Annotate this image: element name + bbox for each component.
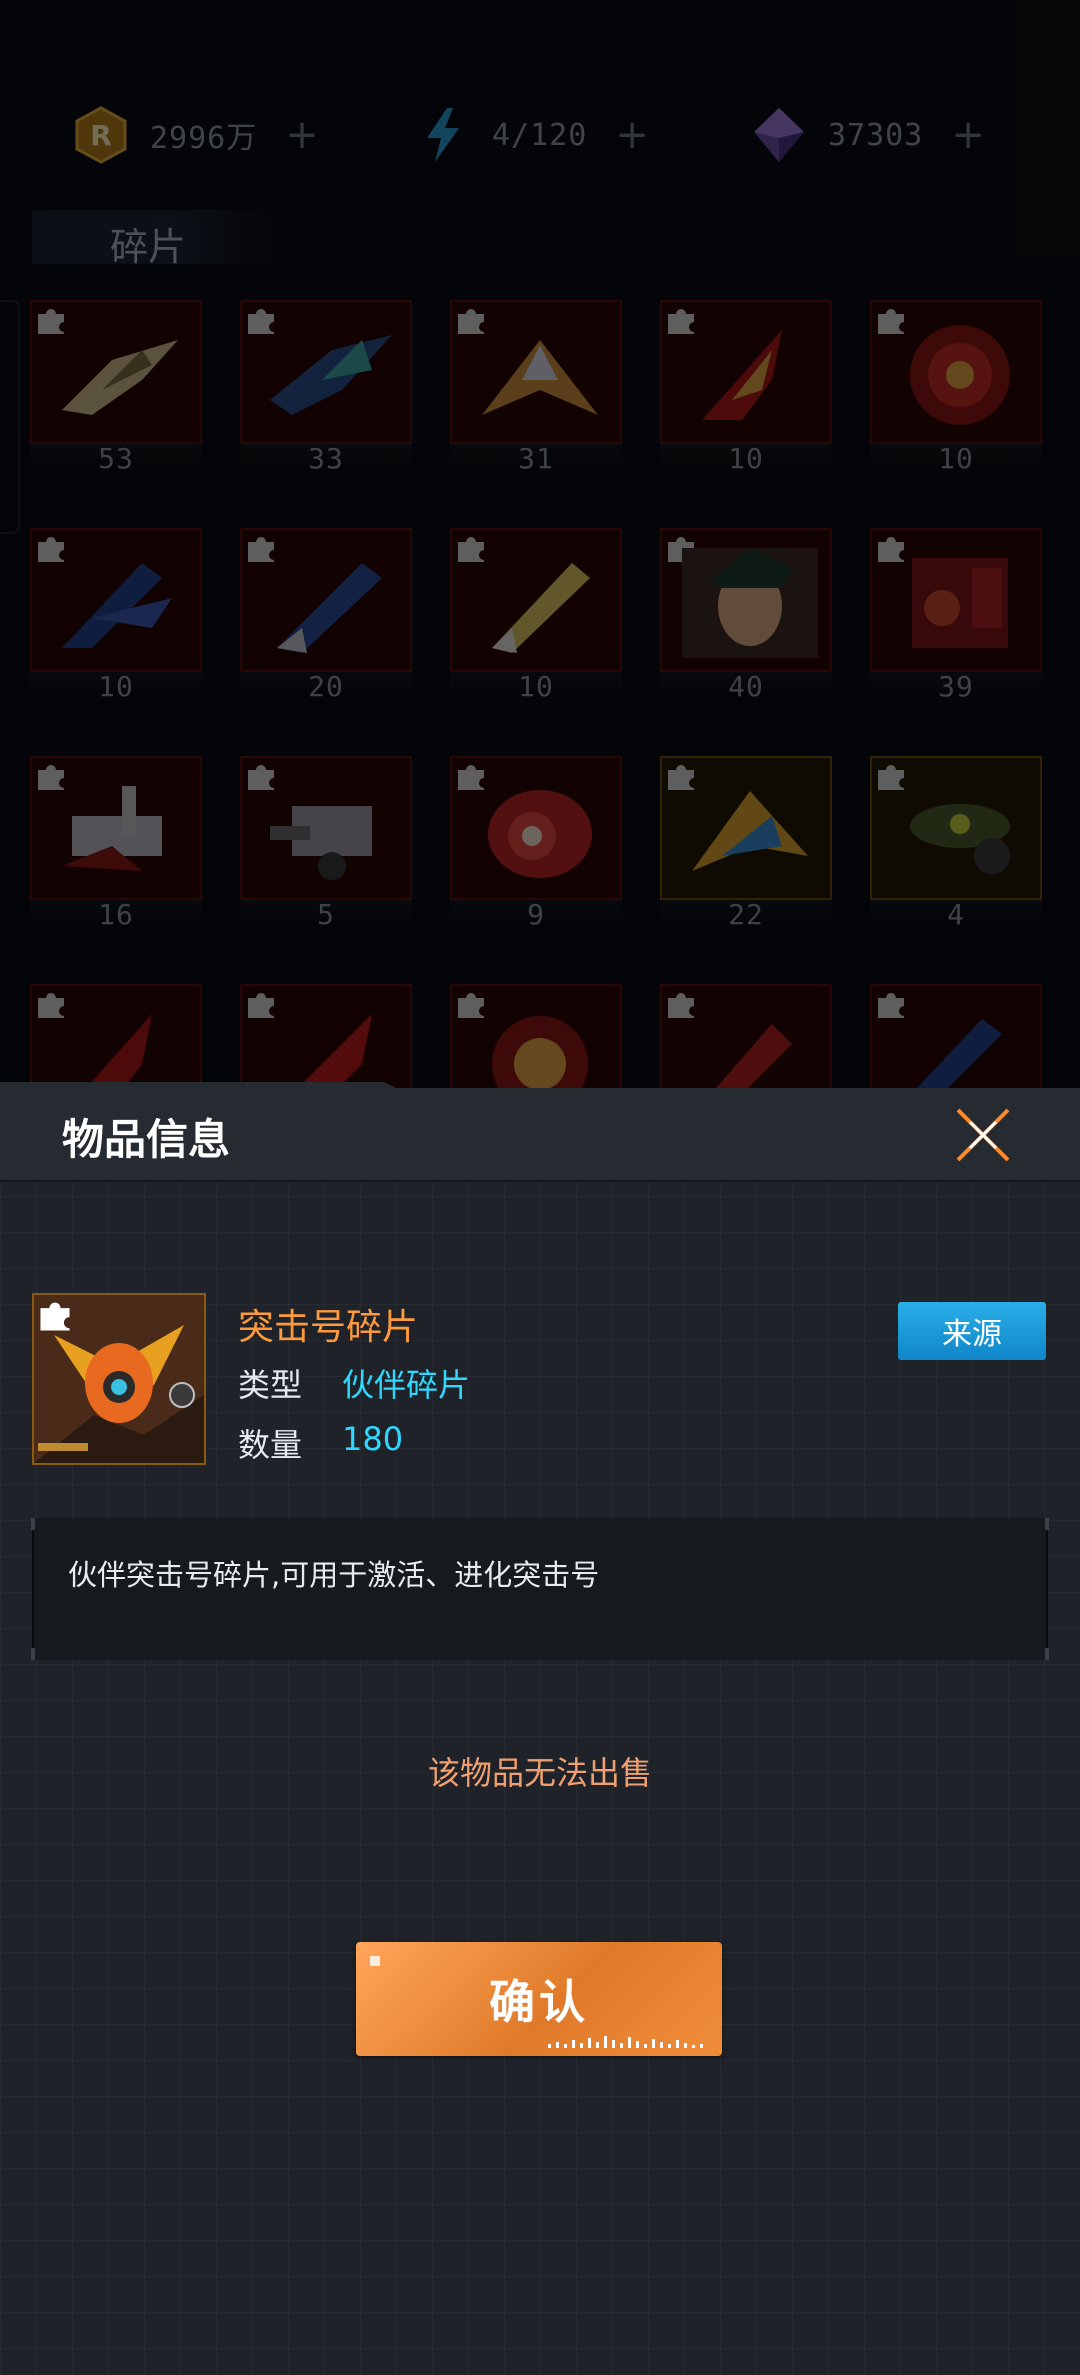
fragment-slot[interactable]	[660, 528, 832, 672]
fragments-section-tab[interactable]: 碎片	[32, 210, 272, 269]
type-label: 类型	[238, 1366, 303, 1404]
modal-header: 物品信息	[0, 1082, 1080, 1182]
fragment-count: 10	[938, 442, 974, 475]
section-title: 碎片	[110, 225, 187, 269]
turret-icon	[62, 786, 162, 871]
fragment-slot[interactable]	[30, 528, 202, 672]
gold-coin-icon: R	[72, 106, 130, 164]
confirm-button[interactable]: 确认	[356, 1942, 722, 2056]
diamond-amount: 37303	[828, 117, 924, 153]
fragment-slot[interactable]	[870, 756, 1042, 900]
round-pod-icon	[488, 790, 592, 878]
puzzle-piece-icon	[40, 1302, 70, 1331]
fragment-slot[interactable]	[450, 756, 622, 900]
fighter-jet-icon	[62, 340, 178, 415]
fighter-jet-icon	[62, 563, 172, 648]
pilot-portrait-icon	[682, 548, 818, 658]
fragment-slot[interactable]	[870, 300, 1042, 444]
fragment-slot[interactable]	[870, 528, 1042, 672]
fragment-count: 40	[728, 670, 764, 703]
fighter-jet-icon	[482, 340, 598, 415]
fighter-jet-icon	[692, 791, 808, 871]
rocket-ship-icon	[492, 563, 590, 653]
fragment-count: 20	[308, 670, 344, 703]
fragment-count: 39	[938, 670, 974, 703]
fragment-count: 16	[98, 898, 134, 931]
fragment-count: 5	[317, 898, 335, 931]
fragment-count: 9	[527, 898, 545, 931]
inventory-background: R 2996万 + 4/120 + 37303 + 碎片 53 33 31 10…	[0, 0, 1080, 1128]
item-info-modal: 物品信息 突击号碎片 类型 伙伴碎片 数量 180 来源 伙伴突击号碎片,可用于…	[0, 1082, 1080, 2375]
item-description: 伙伴突击号碎片,可用于激活、进化突击号	[68, 1558, 600, 1592]
gold-amount: 2996万	[150, 121, 258, 156]
fragment-count: 10	[98, 670, 134, 703]
fragment-slot[interactable]	[240, 300, 412, 444]
fragment-slot[interactable]	[240, 756, 412, 900]
fragment-count: 22	[728, 898, 764, 931]
quantity-value: 180	[342, 1420, 404, 1458]
energy-bolt-icon	[414, 106, 472, 164]
fragment-slot[interactable]	[240, 528, 412, 672]
type-value: 伙伴碎片	[342, 1366, 471, 1404]
turret-icon	[270, 806, 372, 880]
quantity-label: 数量	[238, 1426, 303, 1464]
energy-amount: 4/120	[492, 117, 588, 153]
currency-gold: R 2996万 +	[72, 100, 319, 170]
fragment-count: 31	[518, 442, 554, 475]
fragment-slot[interactable]	[450, 300, 622, 444]
fragment-count: 33	[308, 442, 344, 475]
drone-icon	[910, 804, 1010, 874]
fragment-count: 10	[518, 670, 554, 703]
fragment-slot[interactable]	[450, 528, 622, 672]
item-name: 突击号碎片	[238, 1307, 419, 1348]
fragment-count: 4	[947, 898, 965, 931]
fighter-jet-icon	[270, 335, 392, 415]
rocket-ship-icon	[277, 563, 382, 653]
currency-diamond: 37303 +	[750, 100, 985, 170]
close-icon	[956, 1108, 1010, 1162]
fragment-slot[interactable]	[660, 300, 832, 444]
close-button[interactable]	[950, 1102, 1016, 1168]
fragment-slot[interactable]	[660, 756, 832, 900]
fragment-count: 53	[98, 442, 134, 475]
modal-title: 物品信息	[62, 1115, 231, 1164]
description-box: 伙伴突击号碎片,可用于激活、进化突击号	[31, 1518, 1049, 1660]
fragment-slot[interactable]	[30, 300, 202, 444]
confirm-label: 确认	[489, 1975, 589, 2029]
svg-text:R: R	[90, 119, 112, 152]
item-icon	[32, 1293, 206, 1465]
round-pod-icon	[910, 325, 1010, 425]
side-drawer-handle[interactable]	[0, 300, 20, 534]
sell-notice: 该物品无法出售	[427, 1754, 652, 1792]
fragment-slot[interactable]	[30, 756, 202, 900]
add-gold-button[interactable]: +	[285, 112, 319, 158]
source-button[interactable]: 来源	[898, 1302, 1046, 1360]
add-diamond-button[interactable]: +	[951, 112, 985, 158]
add-energy-button[interactable]: +	[615, 112, 649, 158]
currency-bar: R 2996万 + 4/120 + 37303 +	[0, 100, 1080, 170]
fragment-count: 10	[728, 442, 764, 475]
diamond-gem-icon	[750, 106, 808, 164]
mech-robot-icon	[912, 558, 1008, 648]
fighter-jet-icon	[702, 330, 782, 420]
currency-energy: 4/120 +	[414, 100, 649, 170]
